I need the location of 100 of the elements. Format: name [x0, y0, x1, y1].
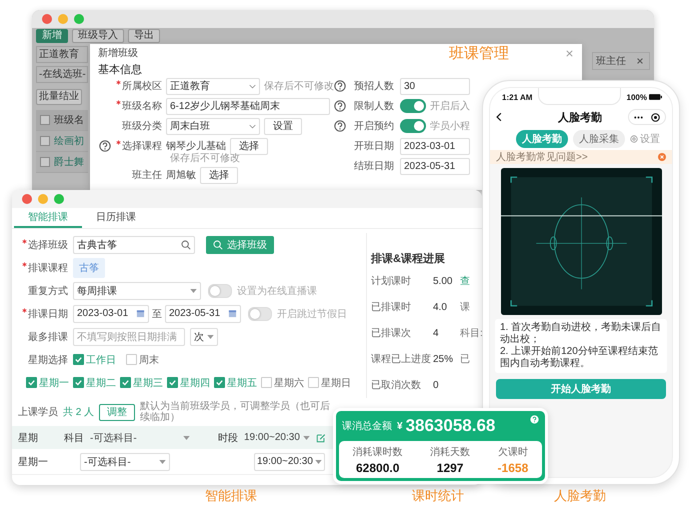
tab[interactable]: 人脸采集: [573, 130, 625, 148]
stat-label: 计划课时: [371, 274, 412, 288]
field-label: 重复方式: [28, 284, 68, 298]
stat-label: 已: [460, 353, 470, 366]
search-field[interactable]: 古典古筝: [73, 236, 195, 254]
feature-caption: 课时统计: [412, 487, 464, 505]
help-icon[interactable]: [334, 100, 346, 112]
minimize-control[interactable]: [58, 14, 68, 24]
field-button[interactable]: 选择: [230, 138, 268, 154]
field-button[interactable]: 设置: [264, 118, 302, 134]
close-icon[interactable]: [565, 48, 574, 58]
caret-icon: [159, 460, 166, 464]
toggle-switch[interactable]: [400, 99, 426, 113]
toolbar-button[interactable]: 新增: [36, 29, 68, 43]
toggle-switch[interactable]: [248, 306, 272, 320]
field-label: 星期选择: [28, 354, 68, 366]
select-field[interactable]: 每周排课: [73, 282, 201, 300]
date-field[interactable]: 2023-05-31: [165, 304, 241, 322]
checkbox[interactable]: [40, 157, 50, 167]
input-field[interactable]: 2023-03-01: [400, 138, 470, 154]
check-icon: [121, 378, 130, 387]
field-label: 班级分类: [122, 120, 162, 133]
field-label: 班级名称: [122, 100, 162, 113]
target-icon[interactable]: [651, 112, 660, 122]
stat-value: 1297: [436, 460, 464, 474]
minimize-control[interactable]: [38, 194, 48, 204]
filter-field[interactable]: 正道教育: [36, 46, 88, 63]
batch-button[interactable]: 批量结业: [36, 89, 82, 105]
checkbox[interactable]: 工作日: [73, 352, 116, 366]
feature-heading: 班课管理: [449, 44, 509, 62]
edit-icon[interactable]: [316, 432, 326, 442]
check-icon: [74, 355, 83, 364]
caret-icon: [302, 436, 310, 440]
search-icon: [213, 240, 223, 250]
close-control[interactable]: [22, 194, 32, 204]
stat-value: 4: [433, 328, 440, 338]
help-icon[interactable]: [99, 140, 111, 152]
checkbox[interactable]: 星期四: [167, 376, 210, 390]
time-select[interactable]: 19:00~20:30: [254, 452, 325, 470]
field-label: 选择班级: [28, 238, 68, 252]
close-icon[interactable]: [658, 153, 666, 161]
close-icon[interactable]: [636, 57, 644, 65]
time-select[interactable]: 19:00~20:30: [244, 432, 310, 443]
adjust-button[interactable]: 调整: [99, 404, 136, 420]
range-separator: 至: [152, 308, 162, 320]
date-field[interactable]: 2023-03-01: [73, 304, 149, 322]
chevron-icon: [249, 84, 256, 88]
checkbox[interactable]: 星期一: [26, 376, 69, 390]
stat-label: 消耗天数: [430, 446, 470, 458]
check-icon: [168, 378, 177, 387]
tab[interactable]: 智能排课: [14, 208, 82, 228]
capsule-menu[interactable]: [628, 109, 666, 125]
close-control[interactable]: [42, 14, 52, 24]
stat-label: 已排课时: [371, 300, 412, 314]
input-field[interactable]: 2023-05-31: [400, 158, 470, 174]
checkbox[interactable]: 星期二: [73, 376, 116, 390]
column-header: 科目: [64, 432, 84, 444]
faq-link[interactable]: 人脸考勤常见问题>>: [496, 150, 588, 164]
more-icon[interactable]: [634, 116, 643, 118]
filter-field[interactable]: -在线选班-: [36, 66, 88, 83]
checkbox[interactable]: 星期三: [120, 376, 163, 390]
table-cell-text: 星期一: [18, 456, 49, 468]
filter-chip[interactable]: 班主任: [592, 52, 650, 70]
column-header: 班级名: [54, 114, 84, 127]
subject-select[interactable]: -可选科目-: [90, 430, 190, 444]
checkbox[interactable]: [40, 136, 50, 146]
select-field[interactable]: 正道教育: [166, 78, 260, 94]
subject-select[interactable]: -可选科目-: [80, 452, 170, 470]
toggle-switch[interactable]: [208, 284, 232, 298]
checkbox[interactable]: 星期五: [214, 376, 257, 390]
input-field[interactable]: 6-12岁少儿钢琴基础周末: [166, 98, 330, 114]
checkbox[interactable]: 周末: [126, 352, 159, 366]
view-link[interactable]: 查: [460, 274, 470, 288]
field-label: 开班日期: [354, 140, 395, 153]
checkbox[interactable]: [40, 115, 50, 125]
toolbar-button[interactable]: 导出: [128, 29, 160, 43]
select-field[interactable]: 周末白班: [166, 118, 260, 134]
help-icon[interactable]: [334, 80, 346, 92]
checkbox[interactable]: 星期六: [261, 376, 304, 390]
input-field[interactable]: 30: [400, 78, 470, 94]
toggle-switch[interactable]: [400, 119, 426, 133]
zoom-control[interactable]: [74, 14, 84, 24]
tab[interactable]: 日历排课: [82, 208, 150, 228]
field-note: 保存后不可修改: [170, 153, 240, 164]
column-header: 时段: [218, 432, 238, 444]
toolbar-button[interactable]: 班级导入: [72, 29, 124, 43]
field-label: 结班日期: [354, 160, 395, 173]
battery-level: 100%: [626, 92, 647, 102]
unit-select[interactable]: 次: [190, 328, 218, 346]
currency-symbol: ¥: [397, 420, 403, 432]
zoom-control[interactable]: [54, 194, 64, 204]
instruction-text: 2. 上课开始前120分钟至课程结束范围内自动考勤课程。: [500, 346, 659, 370]
hint-text: 默认为当前班级学员，可调整学员（也可后续临加）: [140, 401, 330, 423]
field-note: 开启后入: [430, 100, 470, 113]
stat-value: 25%: [433, 354, 454, 364]
back-icon[interactable]: [496, 112, 502, 122]
field-label: 选择课程: [122, 140, 162, 153]
checkbox[interactable]: 星期日: [308, 376, 351, 390]
help-icon[interactable]: [334, 120, 346, 132]
field-button[interactable]: 选择: [200, 166, 238, 184]
